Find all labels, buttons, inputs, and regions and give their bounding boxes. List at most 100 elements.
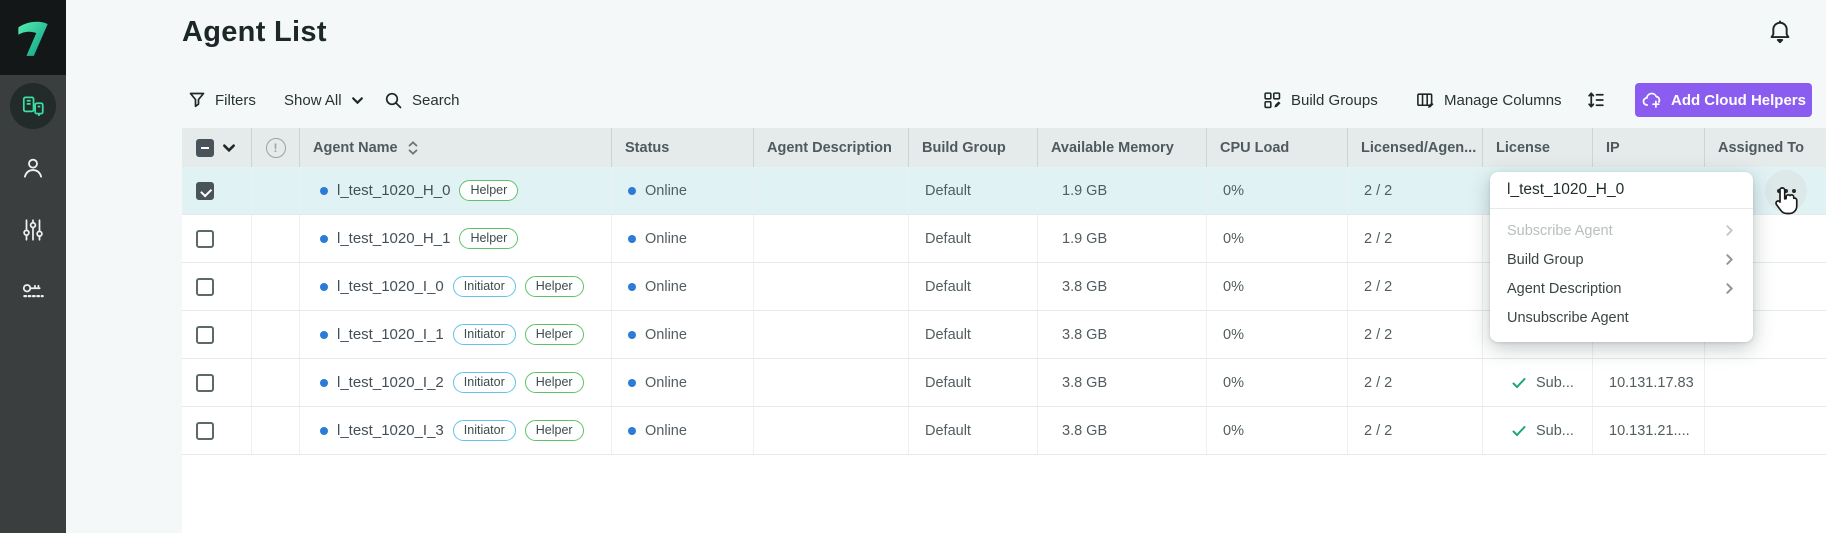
- row-checkbox[interactable]: [196, 230, 214, 248]
- agent-name: l_test_1020_H_1: [337, 230, 450, 247]
- build-groups-button[interactable]: Build Groups: [1263, 86, 1378, 114]
- cell-value: 1.9 GB: [1062, 231, 1107, 247]
- column-header-description[interactable]: Agent Description: [754, 128, 909, 167]
- cell-license: Sub...: [1483, 359, 1593, 406]
- menu-item-unsubscribe-agent[interactable]: Unsubscribe Agent: [1490, 303, 1753, 332]
- check-icon: [1511, 375, 1527, 391]
- cell-build_group: Default: [909, 215, 1038, 262]
- agent-name: l_test_1020_I_1: [337, 326, 444, 343]
- search-button[interactable]: Search: [384, 86, 460, 114]
- column-header-assigned[interactable]: Assigned To: [1705, 128, 1826, 167]
- sort-icon[interactable]: [408, 141, 418, 155]
- menu-item-label: Build Group: [1507, 252, 1584, 268]
- cell-memory: 3.8 GB: [1038, 359, 1207, 406]
- column-header-ip[interactable]: IP: [1593, 128, 1705, 167]
- ellipsis-dot: [1792, 189, 1796, 193]
- select-all-checkbox[interactable]: [196, 139, 214, 157]
- row-density-button[interactable]: [1586, 86, 1606, 114]
- menu-item-agent-description[interactable]: Agent Description: [1490, 274, 1753, 303]
- chevron-right-icon: [1723, 253, 1736, 266]
- row-checkbox[interactable]: [196, 374, 214, 392]
- tag-initiator: Initiator: [453, 372, 516, 393]
- cell-alert: [252, 263, 300, 310]
- cell-value: 3.8 GB: [1062, 327, 1107, 343]
- cell-name: l_test_1020_I_0InitiatorHelper: [300, 263, 612, 310]
- row-checkbox[interactable]: [196, 278, 214, 296]
- cell-status: Online: [612, 311, 754, 358]
- cell-cpu: 0%: [1207, 167, 1348, 214]
- show-all-dropdown[interactable]: Show All: [284, 86, 364, 114]
- column-header-status[interactable]: Status: [612, 128, 754, 167]
- license-value: Sub...: [1536, 375, 1574, 391]
- row-checkbox[interactable]: [196, 422, 214, 440]
- cell-alert: [252, 215, 300, 262]
- table-row[interactable]: l_test_1020_I_2InitiatorHelperOnlineDefa…: [182, 359, 1826, 407]
- cell-licensed: 2 / 2: [1348, 215, 1483, 262]
- cell-licensed: 2 / 2: [1348, 263, 1483, 310]
- sidebar-item-settings[interactable]: [10, 207, 56, 253]
- cell-status: Online: [612, 167, 754, 214]
- column-label: Licensed/Agen...: [1361, 140, 1476, 156]
- row-checkbox[interactable]: [196, 182, 214, 200]
- add-cloud-helpers-button[interactable]: Add Cloud Helpers: [1635, 83, 1812, 117]
- row-actions-button[interactable]: [1765, 170, 1807, 212]
- column-header-memory[interactable]: Available Memory: [1038, 128, 1207, 167]
- cell-value: 2 / 2: [1364, 279, 1392, 295]
- cell-assigned: [1705, 359, 1826, 406]
- column-header-license[interactable]: License: [1483, 128, 1593, 167]
- agent-name: l_test_1020_H_0: [337, 182, 450, 199]
- menu-item-build-group[interactable]: Build Group: [1490, 245, 1753, 274]
- cell-build_group: Default: [909, 407, 1038, 454]
- agent-status-dot: [320, 283, 328, 291]
- manage-columns-label: Manage Columns: [1444, 92, 1562, 109]
- tag-helper: Helper: [525, 420, 584, 441]
- sidebar-nav: [0, 75, 66, 315]
- cell-licensed: 2 / 2: [1348, 311, 1483, 358]
- menu-item-subscribe-agent[interactable]: Subscribe Agent: [1490, 216, 1753, 245]
- sidebar-item-users[interactable]: [10, 145, 56, 191]
- cell-name: l_test_1020_I_1InitiatorHelper: [300, 311, 612, 358]
- status-label: Online: [645, 231, 687, 247]
- column-header-name[interactable]: Agent Name: [300, 128, 612, 167]
- column-header-build_group[interactable]: Build Group: [909, 128, 1038, 167]
- cell-value: 1.9 GB: [1062, 183, 1107, 199]
- cell-value: Default: [925, 279, 971, 295]
- cell-status: Online: [612, 263, 754, 310]
- funnel-icon: [188, 91, 206, 109]
- cell-alert: [252, 359, 300, 406]
- cell-select: [182, 263, 252, 310]
- column-header-cpu[interactable]: CPU Load: [1207, 128, 1348, 167]
- cell-name: l_test_1020_I_3InitiatorHelper: [300, 407, 612, 454]
- column-header-select[interactable]: [182, 128, 252, 167]
- table-row[interactable]: l_test_1020_I_3InitiatorHelperOnlineDefa…: [182, 407, 1826, 455]
- notifications-button[interactable]: [1767, 19, 1793, 47]
- cell-value: Default: [925, 375, 971, 391]
- cell-select: [182, 311, 252, 358]
- sidebar-item-agents[interactable]: [10, 83, 56, 129]
- app-logo[interactable]: [0, 0, 66, 75]
- table-header-row: ! Agent Name StatusAgent DescriptionBuild …: [182, 128, 1826, 167]
- license-check-icon: [1511, 423, 1527, 439]
- users-icon: [20, 155, 46, 181]
- manage-columns-button[interactable]: Manage Columns: [1416, 86, 1562, 114]
- column-label: License: [1496, 140, 1550, 156]
- cell-assigned: [1705, 407, 1826, 454]
- cell-licensed: 2 / 2: [1348, 167, 1483, 214]
- row-checkbox[interactable]: [196, 326, 214, 344]
- menu-item-label: Unsubscribe Agent: [1507, 310, 1629, 326]
- column-header-licensed[interactable]: Licensed/Agen...: [1348, 128, 1483, 167]
- row-height-icon: [1586, 90, 1606, 110]
- sidebar-item-licenses[interactable]: [10, 269, 56, 315]
- check-icon: [1511, 423, 1527, 439]
- cell-value: 0%: [1223, 375, 1244, 391]
- cell-value: Default: [925, 423, 971, 439]
- cell-description: [754, 359, 909, 406]
- column-header-alert[interactable]: !: [252, 128, 300, 167]
- filters-button[interactable]: Filters: [188, 86, 256, 114]
- column-label: IP: [1606, 140, 1620, 156]
- cell-status: Online: [612, 215, 754, 262]
- cell-value: 2 / 2: [1364, 375, 1392, 391]
- tag-helper: Helper: [525, 324, 584, 345]
- selection-menu-chevron-icon[interactable]: [222, 141, 236, 155]
- column-label: Agent Name: [313, 140, 398, 156]
